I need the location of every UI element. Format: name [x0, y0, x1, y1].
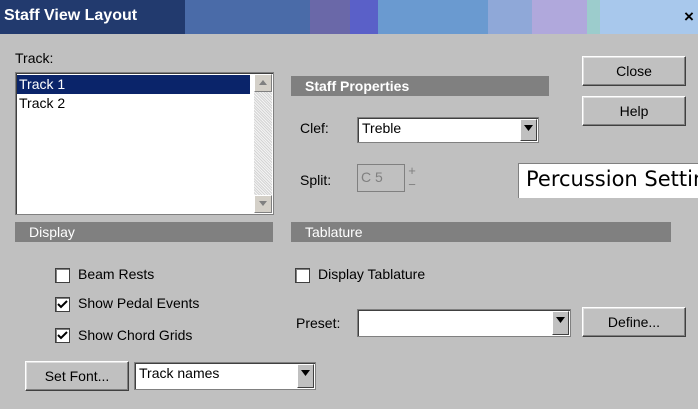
scroll-down-button[interactable] [254, 195, 272, 213]
clef-dropdown-arrow[interactable] [520, 119, 537, 141]
beam-rests-checkbox[interactable] [55, 268, 70, 283]
show-pedal-events-checkbox[interactable] [55, 297, 70, 312]
track-label: Track: [15, 50, 54, 66]
track-list-scrollbar[interactable] [254, 74, 272, 213]
spin-down-icon[interactable]: − [404, 178, 420, 191]
arrow-up-icon [259, 80, 267, 85]
show-pedal-events-label: Show Pedal Events [78, 295, 200, 311]
close-button[interactable]: Close [582, 56, 686, 86]
show-chord-grids-label: Show Chord Grids [78, 327, 193, 343]
spin-up-icon[interactable]: + [404, 164, 420, 177]
font-target-dropdown-arrow[interactable] [297, 364, 314, 388]
display-header: Display [15, 222, 273, 242]
clef-dropdown[interactable]: Treble [357, 117, 539, 143]
display-tablature-label: Display Tablature [318, 266, 426, 282]
show-chord-grids-checkbox[interactable] [55, 328, 70, 343]
preset-dropdown-arrow[interactable] [552, 311, 569, 335]
beam-rests-label: Beam Rests [78, 266, 155, 282]
tablature-header: Tablature [291, 222, 671, 242]
split-label: Split: [300, 172, 332, 188]
checkmark-icon [57, 331, 68, 340]
track-list-item[interactable]: Track 1 [17, 75, 250, 94]
title-bar[interactable]: Staff View Layout × [0, 0, 698, 34]
clef-value: Treble [362, 120, 402, 136]
preset-dropdown[interactable] [357, 309, 571, 337]
window-title: Staff View Layout [4, 7, 138, 24]
help-button[interactable]: Help [582, 96, 686, 126]
font-target-dropdown[interactable]: Track names [134, 362, 316, 390]
percussion-setting-button[interactable]: Percussion Setting [518, 163, 698, 198]
split-spinner[interactable]: + − [404, 164, 420, 192]
split-value: C 5 [361, 169, 383, 185]
font-target-value: Track names [139, 365, 220, 381]
define-button[interactable]: Define... [582, 307, 686, 337]
display-tablature-checkbox[interactable] [295, 268, 310, 283]
chevron-down-icon [524, 125, 533, 131]
split-input[interactable]: C 5 [357, 164, 405, 192]
close-window-icon[interactable]: × [684, 7, 698, 27]
staff-properties-header: Staff Properties [291, 76, 549, 96]
chevron-down-icon [556, 317, 565, 323]
track-list[interactable]: Track 1 Track 2 [15, 72, 274, 215]
checkmark-icon [57, 300, 68, 309]
clef-label: Clef: [300, 120, 329, 136]
preset-label: Preset: [296, 315, 341, 331]
arrow-down-icon [259, 201, 267, 206]
track-list-item[interactable]: Track 2 [17, 94, 250, 113]
set-font-button[interactable]: Set Font... [25, 361, 129, 391]
scroll-up-button[interactable] [254, 74, 272, 92]
chevron-down-icon [301, 370, 310, 376]
